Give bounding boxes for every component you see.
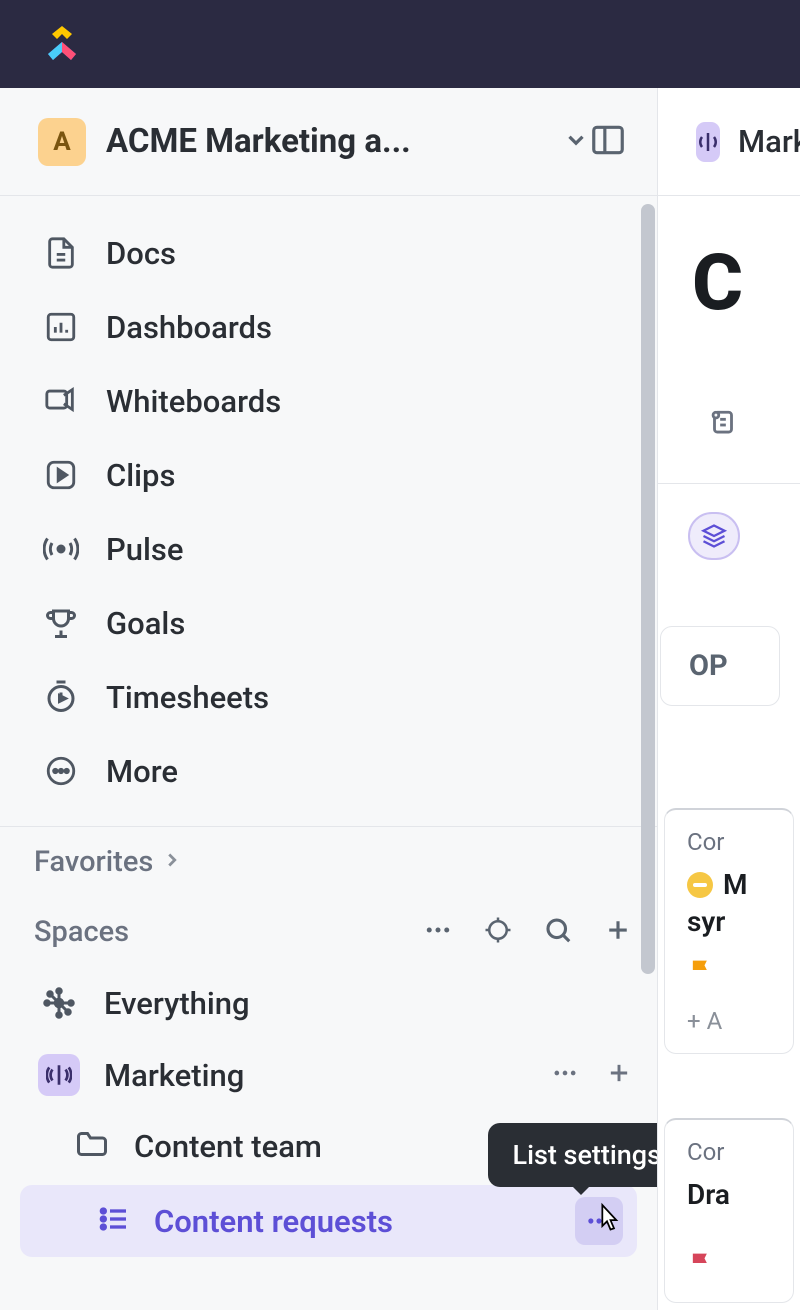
status-group-header[interactable]: OP xyxy=(660,626,780,706)
nav-clips[interactable]: Clips xyxy=(0,438,657,512)
cursor-icon xyxy=(593,1202,621,1243)
docs-icon xyxy=(42,234,80,272)
space-label: Marketing xyxy=(104,1057,527,1094)
sidebar: A ACME Marketing a... Docs xyxy=(0,88,658,1310)
favorites-section-header[interactable]: Favorites xyxy=(0,827,657,897)
ellipsis-icon[interactable] xyxy=(551,1059,579,1091)
dashboards-icon xyxy=(42,308,80,346)
section-title: Spaces xyxy=(34,915,129,949)
spaces-section-header: Spaces xyxy=(0,897,657,967)
nav-goals[interactable]: Goals xyxy=(0,586,657,660)
status-dot-icon xyxy=(687,872,713,898)
everything-icon xyxy=(38,982,80,1024)
nav-label: More xyxy=(106,753,178,790)
card-field-label: Cor xyxy=(687,828,793,856)
marketing-space-icon xyxy=(38,1054,80,1096)
list-settings-button[interactable]: List settings xyxy=(575,1197,623,1245)
nav-dashboards[interactable]: Dashboards xyxy=(0,290,657,364)
nav-label: Goals xyxy=(106,605,185,642)
section-title: Favorites xyxy=(34,845,153,879)
nav-label: Docs xyxy=(106,235,176,272)
space-label: Everything xyxy=(104,985,633,1022)
add-subtask[interactable]: + A xyxy=(687,1007,793,1035)
task-card[interactable]: Cor M syr + A xyxy=(664,808,794,1054)
nav-timesheets[interactable]: Timesheets xyxy=(0,660,657,734)
target-icon[interactable] xyxy=(483,915,513,949)
plus-icon[interactable] xyxy=(605,1059,633,1091)
nav-label: Pulse xyxy=(106,531,184,568)
pin-icon[interactable] xyxy=(706,408,740,446)
card-text: syr xyxy=(687,905,725,938)
chevron-down-icon[interactable] xyxy=(563,127,589,157)
more-icon xyxy=(42,752,80,790)
view-chip[interactable] xyxy=(688,512,740,560)
folder-label: Content team xyxy=(134,1128,322,1165)
tooltip: List settings xyxy=(488,1123,657,1187)
top-bar xyxy=(0,0,800,88)
nav-label: Timesheets xyxy=(106,679,269,716)
marketing-space-icon[interactable] xyxy=(696,122,720,162)
workspace-avatar: A xyxy=(38,118,86,166)
clickup-logo-icon xyxy=(38,20,86,68)
clips-icon xyxy=(42,456,80,494)
nav-whiteboards[interactable]: Whiteboards xyxy=(0,364,657,438)
space-marketing[interactable]: Marketing xyxy=(0,1039,657,1111)
workspace-name: ACME Marketing a... xyxy=(106,122,545,161)
pulse-icon xyxy=(42,530,80,568)
app-logo[interactable] xyxy=(38,20,86,68)
folder-icon xyxy=(74,1126,110,1166)
search-icon[interactable] xyxy=(543,915,573,949)
content-area: Mark C OP Cor M syr + A Cor xyxy=(658,88,800,1310)
space-everything[interactable]: Everything xyxy=(0,967,657,1039)
nav-more[interactable]: More xyxy=(0,734,657,808)
sidebar-toggle-icon[interactable] xyxy=(589,121,627,163)
nav-list: Docs Dashboards Whiteboards xyxy=(0,196,657,808)
nav-docs[interactable]: Docs xyxy=(0,216,657,290)
flag-icon[interactable] xyxy=(687,1249,793,1284)
whiteboards-icon xyxy=(42,382,80,420)
list-icon xyxy=(98,1203,130,1239)
chevron-right-icon xyxy=(161,849,183,875)
card-title: M xyxy=(723,868,748,901)
list-content-requests[interactable]: Content requests List settings xyxy=(20,1185,637,1257)
card-title: Dra xyxy=(687,1178,730,1211)
timesheets-icon xyxy=(42,678,80,716)
breadcrumb-item[interactable]: Mark xyxy=(738,123,800,160)
flag-icon[interactable] xyxy=(687,956,793,991)
nav-label: Whiteboards xyxy=(106,383,281,420)
task-card[interactable]: Cor Dra xyxy=(664,1118,794,1303)
list-label: Content requests xyxy=(154,1203,551,1240)
breadcrumb-bar: Mark xyxy=(658,88,800,196)
nav-label: Clips xyxy=(106,457,175,494)
plus-icon[interactable] xyxy=(603,915,633,949)
nav-label: Dashboards xyxy=(106,309,272,346)
ellipsis-icon[interactable] xyxy=(423,915,453,949)
card-field-label: Cor xyxy=(687,1138,793,1166)
goals-icon xyxy=(42,604,80,642)
page-title: C xyxy=(692,238,743,329)
workspace-header[interactable]: A ACME Marketing a... xyxy=(0,88,657,196)
scrollbar[interactable] xyxy=(641,204,655,974)
nav-pulse[interactable]: Pulse xyxy=(0,512,657,586)
